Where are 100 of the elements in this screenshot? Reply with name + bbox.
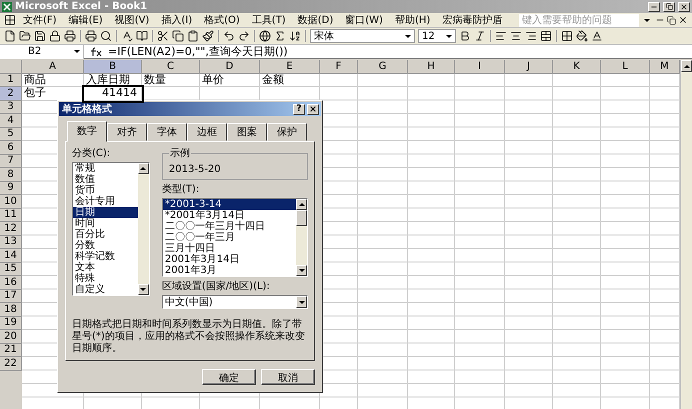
list-item[interactable]: 分数 [73, 240, 138, 251]
printer-icon[interactable] [85, 30, 97, 42]
align-right-icon[interactable] [525, 30, 537, 42]
scroll-thumb[interactable] [296, 210, 307, 226]
menu-item[interactable]: 编辑(E) [64, 13, 108, 27]
font-color-icon[interactable] [591, 30, 603, 42]
column-header[interactable]: A [22, 60, 84, 74]
scroll-up-button[interactable] [138, 163, 149, 174]
merge-cells-icon[interactable] [540, 30, 552, 42]
help-button[interactable]: ? [293, 104, 305, 114]
column-header[interactable]: J [505, 60, 553, 74]
cancel-button[interactable]: 取消 [261, 369, 315, 385]
row-header[interactable]: 20 [0, 330, 22, 344]
scroll-up-button[interactable] [296, 199, 307, 210]
ok-button[interactable]: 确定 [202, 369, 256, 385]
column-header[interactable]: G [358, 60, 408, 74]
column-header[interactable]: F [320, 60, 358, 74]
list-item[interactable]: 自定义 [73, 284, 138, 295]
menu-item[interactable]: 窗口(W) [340, 13, 388, 27]
list-scrollbar[interactable] [138, 163, 149, 295]
category-list[interactable]: 常规 数值 货币 会计专用 日期 时间 百分比 分数 科学记数 文本 特殊 自定义 [72, 162, 150, 296]
list-scrollbar[interactable] [296, 199, 307, 276]
tab[interactable]: 保护 [267, 123, 307, 141]
sort-icon[interactable] [289, 30, 301, 42]
menu-item[interactable]: 插入(I) [156, 13, 198, 27]
list-item[interactable]: 二〇〇一年三月 [162, 232, 296, 243]
close-button[interactable] [678, 2, 690, 12]
row-header[interactable]: 22 [0, 357, 22, 370]
workbook-icon[interactable] [4, 14, 16, 26]
tab[interactable]: 边框 [187, 123, 227, 141]
paintbrush-icon[interactable] [202, 30, 214, 42]
row-header[interactable]: 3 [0, 100, 22, 114]
fx-icon[interactable] [90, 46, 102, 56]
formula-text[interactable]: =IF(LEN(A2)=0,"",查询今天日期()) [108, 44, 288, 59]
restore-button[interactable] [663, 2, 675, 12]
locale-select[interactable]: 中文(中国) [162, 295, 308, 309]
list-item[interactable]: 货币 [73, 185, 138, 196]
align-left-icon[interactable] [495, 30, 507, 42]
restore-icon[interactable] [667, 16, 676, 24]
list-item[interactable]: 数值 [73, 174, 138, 185]
close-button[interactable] [307, 104, 319, 114]
sigma-icon[interactable] [274, 30, 286, 42]
list-item[interactable]: 百分比 [73, 229, 138, 240]
align-center-icon[interactable] [510, 30, 522, 42]
redo-icon[interactable] [238, 30, 250, 42]
list-item[interactable]: *2001年3月14日 [162, 210, 296, 221]
column-header[interactable]: E [260, 60, 320, 74]
menu-item[interactable]: 文件(F) [18, 13, 62, 27]
row-header[interactable]: 17 [0, 290, 22, 303]
borders-icon[interactable] [561, 30, 573, 42]
list-item[interactable]: 2001年3月 [162, 265, 296, 276]
row-header[interactable]: 9 [0, 182, 22, 195]
name-box[interactable]: B2 [0, 44, 84, 58]
type-list[interactable]: *2001-3-14 *2001年3月14日 二〇〇一年三月十四日 二〇〇一年三月 三月十四日 2001年3月14日 2001年3月 [162, 198, 308, 277]
menu-item[interactable]: 数据(D) [292, 13, 338, 27]
column-header[interactable]: M [650, 60, 680, 74]
row-header[interactable]: 6 [0, 141, 22, 154]
italic-icon[interactable] [474, 30, 486, 42]
folder-icon[interactable] [19, 30, 31, 42]
list-item[interactable]: 文本 [73, 262, 138, 273]
column-header[interactable]: B [84, 60, 142, 74]
row-header[interactable]: 7 [0, 154, 22, 168]
list-item[interactable]: 日期 [73, 207, 138, 218]
row-header[interactable]: 21 [0, 344, 22, 357]
list-item[interactable]: *2001-3-14 [162, 199, 296, 210]
list-item[interactable]: 科学记数 [73, 251, 138, 262]
row-header[interactable]: 12 [0, 222, 22, 236]
menu-item[interactable]: 视图(V) [110, 13, 154, 27]
row-header[interactable]: 2 [0, 87, 22, 100]
row-header[interactable]: 15 [0, 262, 22, 276]
list-item[interactable]: 三月十四日 [162, 243, 296, 254]
row-header[interactable]: 8 [0, 168, 22, 182]
column-header[interactable]: H [408, 60, 455, 74]
column-header[interactable]: D [200, 60, 260, 74]
list-item[interactable]: 时间 [73, 218, 138, 229]
column-header[interactable]: K [553, 60, 601, 74]
book-icon[interactable] [136, 30, 148, 42]
tab[interactable]: 字体 [147, 123, 187, 141]
row-header[interactable]: 18 [0, 303, 22, 316]
lock-icon[interactable] [49, 30, 61, 42]
globe-icon[interactable] [259, 30, 271, 42]
dropdown-button[interactable] [296, 296, 307, 308]
scroll-down-button[interactable] [138, 284, 149, 295]
help-search-field[interactable]: 键入需要帮助的问题 [519, 14, 639, 26]
row-header[interactable]: 11 [0, 208, 22, 222]
menu-item[interactable]: 格式(O) [199, 13, 245, 27]
list-item[interactable]: 常规 [73, 163, 138, 174]
vertical-scrollbar[interactable] [680, 60, 692, 409]
list-item[interactable]: 2001年3月14日 [162, 254, 296, 265]
row-header[interactable]: 10 [0, 195, 22, 208]
copy-icon[interactable] [172, 30, 184, 42]
column-header[interactable]: L [601, 60, 650, 74]
undo-icon[interactable] [223, 30, 235, 42]
font-size-select[interactable]: 12 [418, 29, 456, 43]
minimize-button[interactable] [648, 2, 660, 12]
list-item[interactable]: 会计专用 [73, 196, 138, 207]
menu-item[interactable]: 宏病毒防护盾 [437, 13, 508, 27]
column-header[interactable]: I [455, 60, 505, 74]
close-icon[interactable] [678, 15, 688, 25]
cut-icon[interactable] [157, 30, 169, 42]
